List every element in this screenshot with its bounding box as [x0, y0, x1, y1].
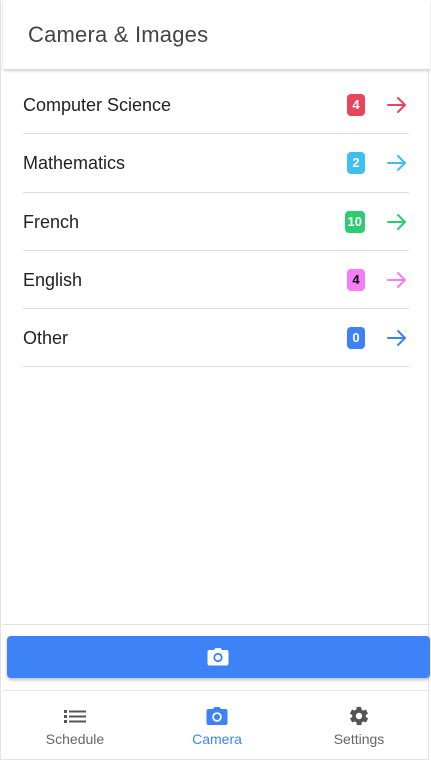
- app-header: Camera & Images: [3, 0, 430, 69]
- subject-label: French: [23, 212, 80, 232]
- tab-label: Camera: [192, 731, 242, 747]
- subject-label: Computer Science: [23, 95, 172, 115]
- subject-row-other[interactable]: Other 0: [23, 309, 409, 367]
- arrow-right-icon[interactable]: [385, 151, 409, 175]
- subject-row-computer-science[interactable]: Computer Science 4: [23, 76, 409, 134]
- subject-row-mathematics[interactable]: Mathematics 2: [23, 134, 409, 193]
- gear-icon: [347, 705, 371, 727]
- tab-schedule[interactable]: Schedule: [4, 700, 146, 758]
- arrow-right-icon[interactable]: [385, 268, 409, 292]
- camera-icon: [207, 648, 229, 666]
- image-count-badge: 0: [347, 327, 365, 349]
- content-divider: [3, 624, 430, 625]
- page-title: Camera & Images: [28, 22, 209, 47]
- subject-row-english[interactable]: English 4: [23, 251, 409, 309]
- arrow-right-icon[interactable]: [385, 326, 409, 350]
- subject-row-french[interactable]: French 10: [23, 193, 409, 251]
- tab-label: Schedule: [45, 731, 105, 747]
- image-count-badge: 4: [347, 269, 365, 291]
- subject-label: Mathematics: [23, 153, 126, 173]
- camera-icon: [205, 705, 229, 727]
- arrow-right-icon[interactable]: [385, 93, 409, 117]
- take-photo-button[interactable]: [7, 636, 430, 678]
- image-count-badge: 10: [344, 211, 365, 233]
- list-icon: [63, 705, 87, 727]
- subject-label: English: [23, 270, 83, 290]
- image-count-badge: 4: [347, 94, 365, 116]
- app-window: Camera & Images Computer Science 4 Mathe…: [0, 0, 430, 760]
- tab-settings[interactable]: Settings: [288, 700, 430, 758]
- tab-camera[interactable]: Camera: [146, 700, 288, 758]
- subject-label: Other: [23, 328, 69, 348]
- tab-label: Settings: [333, 731, 385, 747]
- tabbar-divider: [3, 690, 430, 691]
- arrow-right-icon[interactable]: [385, 210, 409, 234]
- image-count-badge: 2: [347, 152, 365, 174]
- subject-list: Computer Science 4 Mathematics 2 French …: [23, 76, 409, 367]
